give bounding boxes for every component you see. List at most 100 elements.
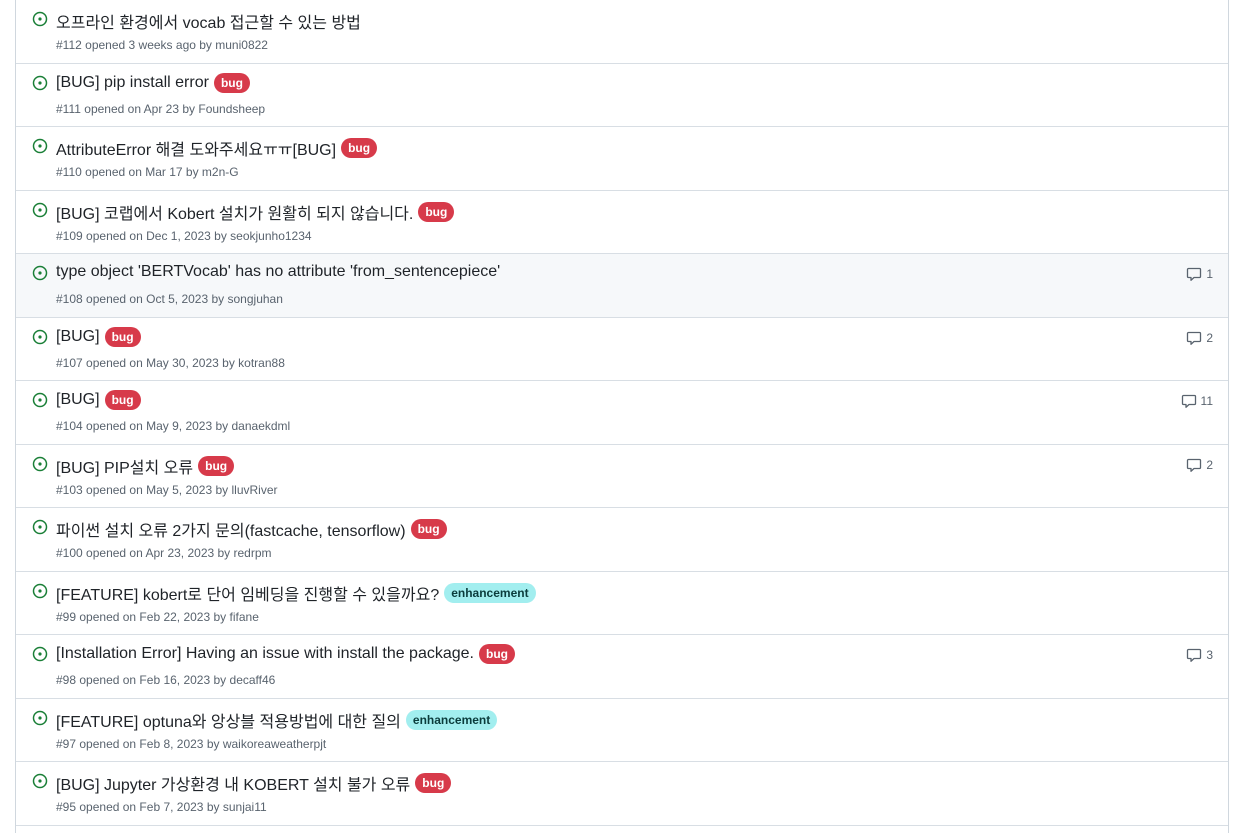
issue-meta: #104 opened on May 9, 2023 by danaekdml	[56, 419, 290, 433]
issue-comments-link[interactable]: 1	[1186, 266, 1213, 282]
issue-title-link[interactable]: [BUG] Jupyter 가상환경 내 KOBERT 설치 불가 오류	[56, 771, 410, 795]
issue-title-link[interactable]: [BUG]	[56, 391, 100, 409]
issue-meta: #99 opened on Feb 22, 2023 by fifane	[56, 610, 259, 624]
issue-author-link[interactable]: sunjai11	[223, 800, 267, 814]
issue-title-link[interactable]: [BUG]	[56, 328, 100, 346]
issue-meta: #107 opened on May 30, 2023 by kotran88	[56, 356, 285, 370]
issue-title-link[interactable]: [BUG] 코랩에서 Kobert 설치가 원활히 되지 않습니다.	[56, 200, 413, 224]
issue-label[interactable]: bug	[104, 326, 141, 347]
issue-opened-icon	[32, 456, 48, 471]
issue-row: [BUG] 코랩에서 Kobert 설치가 원활히 되지 않습니다. bug #…	[16, 191, 1228, 254]
issue-opened-icon	[32, 773, 48, 789]
issue-label[interactable]: enhancement	[405, 709, 498, 730]
issue-title-link[interactable]: [FEATURE] kobert로 단어 임베딩을 진행할 수 있을까요?	[56, 581, 439, 605]
issue-comments-link[interactable]: 2	[1186, 330, 1213, 346]
issue-number: #111	[56, 101, 81, 116]
issue-row: type object 'BERTVocab' has no attribute…	[16, 254, 1228, 318]
issue-number: #98	[56, 673, 77, 687]
issue-opened-text: opened on Apr 23 by	[84, 101, 196, 116]
issue-opened-text: opened on May 5, 2023 by	[86, 482, 229, 497]
issue-opened-icon	[32, 202, 48, 217]
issue-row: [FEATURE] kobert로 단어 임베딩을 진행할 수 있을까요? en…	[16, 572, 1228, 635]
issue-comment-count: 11	[1200, 394, 1213, 408]
issue-comment-count: 2	[1206, 457, 1213, 472]
issue-title-line: [BUG] pip install error bug	[56, 72, 250, 93]
issue-title-link[interactable]: 오프라인 환경에서 vocab 접근할 수 있는 방법	[56, 9, 361, 33]
comment-icon	[1187, 331, 1202, 345]
issue-author-link[interactable]: decaff46	[230, 673, 276, 687]
issue-label[interactable]: bug	[104, 390, 141, 410]
issue-title-line: [BUG] bug	[56, 326, 141, 347]
issue-row: 오프라인 환경에서 vocab 접근할 수 있는 방법 #112 opened …	[16, 0, 1228, 64]
issue-opened-text: opened on Feb 8, 2023 by	[79, 736, 220, 751]
issue-row: [BUG] Jupyter 가상환경 내 KOBERT 설치 불가 오류 bug…	[16, 762, 1228, 826]
issue-row: AttributeError 해결 도와주세요ㅠㅠ[BUG] bug #110 …	[16, 127, 1228, 191]
issue-author-link[interactable]: m2n-G	[202, 165, 239, 179]
comment-icon	[1187, 267, 1202, 281]
issue-opened-text: opened on Feb 7, 2023 by	[79, 800, 220, 814]
issue-meta: #112 opened 3 weeks ago by muni0822	[56, 38, 268, 52]
issue-author-link[interactable]: fifane	[230, 610, 259, 624]
issue-label[interactable]: bug	[479, 644, 515, 664]
issue-opened-text: opened on May 9, 2023 by	[86, 419, 229, 433]
issue-author-link[interactable]: redrpm	[234, 546, 272, 560]
issue-title-link[interactable]: [Installation Error] Having an issue wit…	[56, 645, 474, 663]
issue-label[interactable]: bug	[415, 773, 452, 793]
issue-author-link[interactable]: danaekdml	[232, 419, 291, 433]
issue-row: [FEATURE] optuna와 앙상블 적용방법에 대한 질의 enhanc…	[16, 699, 1228, 762]
issue-author-link[interactable]: muni0822	[215, 38, 268, 52]
issue-opened-icon	[32, 138, 48, 154]
issue-title-line: [BUG] bug	[56, 390, 141, 410]
issue-list: 오프라인 환경에서 vocab 접근할 수 있는 방법 #112 opened …	[15, 0, 1229, 833]
issue-label[interactable]: enhancement	[444, 582, 536, 603]
issue-label[interactable]: bug	[410, 519, 447, 539]
issue-meta: #95 opened on Feb 7, 2023 by sunjai11	[56, 800, 267, 814]
issue-opened-text: opened on May 30, 2023 by	[86, 355, 235, 370]
issue-number: #108	[56, 292, 83, 306]
issue-comment-count: 3	[1206, 648, 1213, 662]
issue-title-link[interactable]: [BUG] pip install error	[56, 74, 209, 92]
issue-author-link[interactable]: kotran88	[238, 356, 285, 370]
issue-title-link[interactable]: [FEATURE] optuna와 앙상블 적용방법에 대한 질의	[56, 708, 401, 732]
issue-comments-link[interactable]: 11	[1181, 393, 1213, 409]
issue-opened-icon	[32, 519, 48, 535]
issue-opened-text: opened on Mar 17 by	[85, 165, 199, 179]
issue-number: #100	[56, 546, 83, 560]
issue-title-link[interactable]: [BUG] PIP설치 오류	[56, 454, 193, 478]
issue-label[interactable]: bug	[198, 455, 235, 476]
issue-opened-text: opened on Feb 16, 2023 by	[79, 673, 227, 687]
issue-author-link[interactable]: songjuhan	[228, 292, 283, 306]
issue-number: #97	[56, 736, 77, 751]
issue-meta: #98 opened on Feb 16, 2023 by decaff46	[56, 673, 275, 687]
issue-label[interactable]: bug	[418, 201, 455, 222]
issue-opened-icon	[32, 710, 48, 725]
issue-number: #110	[56, 165, 82, 179]
issue-label[interactable]: bug	[213, 72, 250, 93]
issue-comments-link[interactable]: 3	[1186, 647, 1213, 663]
issue-number: #95	[56, 800, 77, 814]
issue-title-link[interactable]: 파이썬 설치 오류 2가지 문의(fastcache, tensorflow)	[56, 517, 406, 541]
issue-row: [Installation Error] Having an issue wit…	[16, 635, 1228, 699]
issue-title-link[interactable]: AttributeError 해결 도와주세요ㅠㅠ[BUG]	[56, 136, 336, 160]
issue-title-line: [FEATURE] kobert로 단어 임베딩을 진행할 수 있을까요? en…	[56, 581, 536, 605]
issue-opened-text: opened on Oct 5, 2023 by	[86, 292, 225, 306]
issue-opened-icon	[32, 583, 48, 598]
issue-author-link[interactable]: Foundsheep	[198, 102, 265, 116]
issue-label[interactable]: bug	[341, 138, 378, 158]
issue-row: 파이썬 설치 오류 2가지 문의(fastcache, tensorflow) …	[16, 508, 1228, 572]
comment-icon	[1187, 458, 1202, 472]
issue-author-link[interactable]: waikoreaweatherpjt	[223, 737, 326, 751]
issue-meta: #100 opened on Apr 23, 2023 by redrpm	[56, 546, 272, 560]
issue-title-link[interactable]: type object 'BERTVocab' has no attribute…	[56, 263, 500, 281]
issue-title-line: [BUG] 코랩에서 Kobert 설치가 원활히 되지 않습니다. bug	[56, 200, 455, 224]
issue-row: [BUG] PIP설치 오류 bug #103 opened on May 5,…	[16, 445, 1228, 508]
issue-number: #103	[56, 482, 83, 497]
issue-meta: #109 opened on Dec 1, 2023 by seokjunho1…	[56, 229, 312, 243]
issue-title-line: [BUG] Jupyter 가상환경 내 KOBERT 설치 불가 오류 bug	[56, 771, 452, 795]
issue-comments-link[interactable]: 2	[1186, 457, 1213, 473]
issue-meta: #108 opened on Oct 5, 2023 by songjuhan	[56, 292, 283, 306]
issue-opened-text: opened on Dec 1, 2023 by	[86, 228, 227, 243]
issue-author-link[interactable]: lluvRiver	[232, 483, 278, 497]
issue-meta: #111 opened on Apr 23 by Foundsheep	[56, 102, 265, 116]
issue-author-link[interactable]: seokjunho1234	[230, 229, 311, 243]
